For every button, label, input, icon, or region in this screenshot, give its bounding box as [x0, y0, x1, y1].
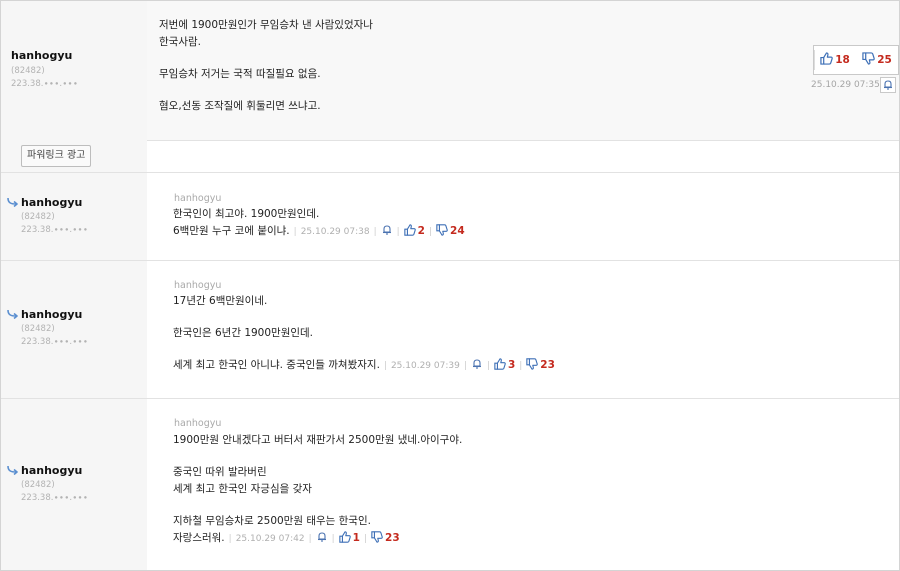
powerlink-ad-button[interactable]: 파워링크 광고 — [21, 145, 92, 167]
comment-text: 저번에 1900만원인가 무임승차 낸 사람있었자나 한국사람. 무임승차 저거… — [159, 17, 373, 115]
upvote-count: 18 — [835, 54, 850, 66]
reply-arrow-icon — [7, 197, 19, 207]
comment-line: 무임승차 저거는 국적 따질필요 없음. — [159, 68, 321, 80]
vote-box: 18 25 — [813, 45, 899, 75]
comment-line: 세계 최고 한국인 아니냐. 중국인들 까쳐봤자지. | 25.10.29 07:3… — [173, 357, 555, 374]
comment-author-panel: hanhogyu (82482) 223.38.∙∙∙.∙∙∙ — [1, 1, 147, 140]
upvote-button[interactable]: 1 — [339, 532, 360, 544]
author-id: (82482) — [11, 66, 45, 76]
comment-line: 1900만원 안내겠다고 버터서 재판가서 2500만원 냈네.아이구야. — [173, 434, 463, 446]
comment-reply: hanhogyu (82482) 223.38.∙∙∙.∙∙∙ hanhogyu… — [1, 173, 899, 261]
upvote-count: 1 — [352, 532, 360, 544]
comment-author-panel: hanhogyu (82482) 223.38.∙∙∙.∙∙∙ — [1, 399, 147, 570]
downvote-count: 23 — [385, 532, 400, 544]
ad-row: 파워링크 광고 — [1, 140, 899, 173]
downvote-count: 23 — [540, 359, 555, 371]
comment-time: 25.10.29 07:35 — [811, 80, 880, 90]
author-ip: 223.38.∙∙∙.∙∙∙ — [21, 225, 89, 235]
thumbs-up-icon — [404, 224, 416, 236]
reply-arrow-icon — [7, 309, 19, 319]
report-button[interactable] — [880, 77, 896, 93]
comment-line: 한국사람. — [159, 36, 201, 48]
reply-target: hanhogyu — [174, 418, 222, 429]
comment-line: 중국인 따위 발라버린 — [173, 466, 267, 478]
reply-arrow-icon — [7, 465, 19, 475]
comment-body-panel: hanhogyu 1900만원 안내겠다고 버터서 재판가서 2500만원 냈네… — [147, 399, 899, 570]
comment-line: 저번에 1900만원인가 무임승차 낸 사람있었자나 — [159, 19, 373, 31]
thumbs-down-icon — [436, 224, 448, 236]
thumbs-up-icon — [494, 358, 506, 370]
author-id: (82482) — [21, 324, 55, 334]
upvote-button[interactable]: 3 — [494, 359, 515, 371]
reply-target: hanhogyu — [174, 193, 222, 204]
upvote-count: 3 — [507, 359, 516, 371]
bell-icon[interactable] — [471, 358, 483, 370]
comment-line: 한국인이 최고야. 1900만원인데. — [173, 208, 320, 220]
author-ip: 223.38.∙∙∙.∙∙∙ — [21, 337, 89, 347]
comment-line: 6백만원 누구 코에 붙이냐. | 25.10.29 07:38 | | 2 | 24 — [173, 223, 465, 240]
comment-time: 25.10.29 07:38 — [300, 227, 370, 237]
author-ip: 223.38.∙∙∙.∙∙∙ — [21, 493, 89, 503]
author-id: (82482) — [21, 480, 55, 490]
reply-target: hanhogyu — [174, 280, 222, 291]
author-id: (82482) — [21, 212, 55, 222]
upvote-button[interactable]: 2 — [404, 225, 425, 237]
comment-line: 자랑스러워. | 25.10.29 07:42 | | 1 | 23 — [173, 530, 462, 547]
thumbs-down-icon — [371, 531, 383, 543]
comment-body-panel: 저번에 1900만원인가 무임승차 낸 사람있었자나 한국사람. 무임승차 저거… — [147, 1, 899, 140]
comment-author-panel: hanhogyu (82482) 223.38.∙∙∙.∙∙∙ — [1, 173, 147, 260]
comment-line: 17년간 6백만원이네. — [173, 295, 268, 307]
downvote-button[interactable]: 23 — [371, 532, 400, 544]
comment-text: 1900만원 안내겠다고 버터서 재판가서 2500만원 냈네.아이구야. 중국… — [173, 432, 462, 547]
bell-icon[interactable] — [316, 531, 328, 543]
thumbs-up-icon — [820, 52, 833, 65]
comment-line: 혐오,선동 조작질에 휘둘리면 쓰냐고. — [159, 100, 321, 112]
downvote-button[interactable]: 23 — [526, 359, 555, 371]
comment-body-panel: hanhogyu 17년간 6백만원이네. 한국인은 6년간 1900만원인데.… — [147, 261, 899, 398]
comment-line: 지하철 무임승차로 2500만원 태우는 한국인. — [173, 515, 371, 527]
comment-line: 한국인은 6년간 1900만원인데. — [173, 327, 314, 339]
thumbs-up-icon — [339, 531, 351, 543]
comment-list: hanhogyu (82482) 223.38.∙∙∙.∙∙∙ 저번에 1900… — [0, 0, 900, 571]
downvote-button[interactable]: 25 — [856, 46, 898, 74]
author-name[interactable]: hanhogyu — [21, 464, 82, 477]
comment-reply: hanhogyu (82482) 223.38.∙∙∙.∙∙∙ hanhogyu… — [1, 261, 899, 399]
thumbs-down-icon — [862, 52, 875, 65]
comment-main: hanhogyu (82482) 223.38.∙∙∙.∙∙∙ 저번에 1900… — [1, 1, 899, 141]
comment-author-panel: hanhogyu (82482) 223.38.∙∙∙.∙∙∙ — [1, 261, 147, 398]
author-name[interactable]: hanhogyu — [21, 196, 82, 209]
comment-time: 25.10.29 07:39 — [390, 361, 460, 371]
bell-icon[interactable] — [381, 224, 393, 236]
author-name[interactable]: hanhogyu — [11, 49, 72, 62]
comment-line: 세계 최고 한국인 자긍심을 갖자 — [173, 483, 312, 495]
bell-icon — [882, 79, 894, 91]
comment-reply: hanhogyu (82482) 223.38.∙∙∙.∙∙∙ hanhogyu… — [1, 399, 899, 570]
comment-body-panel: hanhogyu 한국인이 최고야. 1900만원인데. 6백만원 누구 코에 … — [147, 173, 899, 260]
author-name[interactable]: hanhogyu — [21, 308, 82, 321]
comment-text: 한국인이 최고야. 1900만원인데. 6백만원 누구 코에 붙이냐. | 25.1… — [173, 206, 465, 240]
upvote-count: 2 — [417, 225, 425, 237]
downvote-count: 25 — [877, 54, 892, 66]
upvote-button[interactable]: 18 — [814, 46, 856, 74]
comment-time: 25.10.29 07:42 — [235, 534, 305, 544]
downvote-count: 24 — [450, 225, 465, 237]
author-ip: 223.38.∙∙∙.∙∙∙ — [11, 79, 79, 89]
downvote-button[interactable]: 24 — [436, 225, 465, 237]
comment-text: 17년간 6백만원이네. 한국인은 6년간 1900만원인데. 세계 최고 한국… — [173, 293, 555, 374]
thumbs-down-icon — [526, 358, 538, 370]
